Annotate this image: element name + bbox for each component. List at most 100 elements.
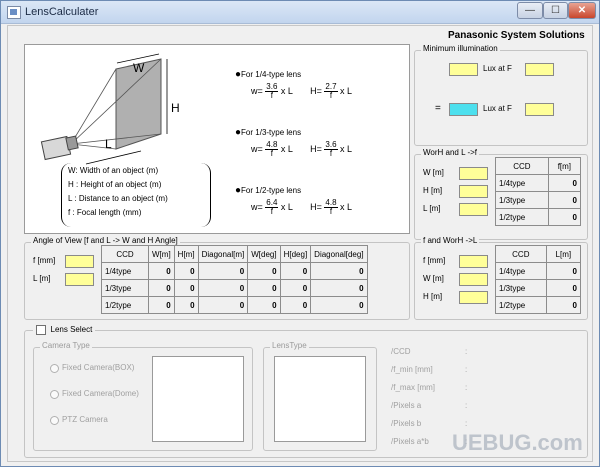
- w-eq: w=: [251, 85, 263, 96]
- formula-title: For 1/2-type lens: [241, 186, 302, 195]
- title-bar[interactable]: LensCalculater — ☐ ✕: [1, 1, 599, 24]
- min-illumination-group: Minimum illumination Lux at F = Lux at F: [414, 44, 588, 146]
- info-colon: :: [465, 401, 468, 410]
- xl: x L: [280, 143, 293, 154]
- ccd-cell: 1/3type: [495, 191, 549, 209]
- main-area: Panasonic System Solutions W H L W: Widt…: [7, 25, 593, 462]
- info-label: /Pixels b: [391, 419, 422, 428]
- value-cell: 0: [279, 262, 312, 280]
- minimize-button[interactable]: —: [517, 2, 543, 19]
- ccd-cell: 1/3type: [495, 279, 547, 297]
- h-eq: H=: [310, 143, 322, 154]
- legend: W: Width of an object (m) H : Height of …: [61, 163, 211, 227]
- col-header: Diagonal[deg]: [310, 245, 368, 263]
- worh-l-f-group: WorH and L ->f W [m] H [m] L [m] CCD f[m]…: [414, 148, 588, 240]
- w-label: W: [133, 61, 145, 75]
- value-cell: 0: [197, 279, 249, 297]
- angle-of-view-group: Angle of View [f and L -> W and H Angle]…: [24, 236, 410, 320]
- f-input[interactable]: [65, 255, 94, 268]
- w-input[interactable]: [459, 167, 488, 180]
- lens-type-group: LensType: [263, 341, 377, 451]
- value-cell: 0: [148, 262, 175, 280]
- h-input[interactable]: [459, 185, 488, 198]
- f-input-1[interactable]: [525, 63, 554, 76]
- group-title: Minimum illumination: [421, 44, 500, 53]
- table-row: 1/4type 0: [495, 174, 582, 192]
- ccd-cell: 1/2type: [101, 296, 149, 314]
- value-cell: 0: [197, 296, 249, 314]
- w-label: W [m]: [423, 274, 444, 283]
- col-header: Diagonal[m]: [197, 245, 249, 263]
- table-row: 1/4type 0: [495, 262, 582, 280]
- maximize-button[interactable]: ☐: [543, 2, 568, 19]
- table-row: 1/3type 0: [495, 279, 582, 297]
- app-icon: [7, 6, 21, 19]
- info-label: /f_max [mm]: [391, 383, 436, 392]
- l-input[interactable]: [459, 203, 488, 216]
- value-cell: 0: [247, 279, 281, 297]
- value-cell: 0: [310, 296, 368, 314]
- camera-list[interactable]: [152, 356, 244, 442]
- group-title: WorH and L ->f: [421, 148, 480, 157]
- info-label: /CCD: [391, 347, 411, 356]
- group-title: Angle of View [f and L -> W and H Angle]: [31, 236, 180, 245]
- xl: x L: [280, 201, 293, 212]
- value-cell: 0: [547, 174, 582, 192]
- radio-fixed-dome[interactable]: [50, 390, 59, 399]
- close-button[interactable]: ✕: [568, 2, 596, 19]
- radio-label: Fixed Camera(BOX): [62, 363, 135, 372]
- lux-input-1[interactable]: [449, 63, 478, 76]
- col-header: H[deg]: [279, 245, 312, 263]
- ccd-cell: 1/4type: [495, 174, 549, 192]
- radio-ptz[interactable]: [50, 416, 59, 425]
- w-eq: w=: [251, 201, 263, 212]
- value-cell: 0: [173, 296, 199, 314]
- table-row: 1/3type 0: [495, 191, 582, 209]
- radio-fixed-box[interactable]: [50, 364, 59, 373]
- info-colon: :: [465, 347, 468, 356]
- value-cell: 0: [247, 262, 281, 280]
- xl: x L: [340, 201, 353, 212]
- angle-result-table: CCD W[m] H[m] Diagonal[m] W[deg] H[deg] …: [101, 245, 368, 314]
- watermark: UEBUG.com: [452, 430, 583, 455]
- f-den: f: [270, 207, 273, 216]
- app-window: LensCalculater — ☐ ✕ Panasonic System So…: [0, 0, 600, 467]
- w-input[interactable]: [459, 273, 488, 286]
- xl: x L: [340, 143, 353, 154]
- f-input-2[interactable]: [525, 103, 554, 116]
- h-label: H [m]: [423, 292, 443, 301]
- table-row: 1/4type 0 0 0 0 0 0: [101, 262, 368, 280]
- f-den: f: [329, 207, 333, 216]
- lux-label: Lux at F: [483, 64, 512, 73]
- l-label: L [m]: [423, 204, 441, 213]
- col-header: H[m]: [173, 245, 199, 263]
- lens-select-checkbox[interactable]: [36, 324, 46, 335]
- value-cell: 0: [545, 296, 582, 314]
- value-cell: 0: [173, 279, 199, 297]
- info-colon: :: [465, 419, 468, 428]
- value-cell: 0: [310, 279, 368, 297]
- f-worh-l-group: f and WorH ->L f [mm] W [m] H [m] CCD L[m…: [414, 236, 588, 320]
- info-label: /Pixels a*b: [391, 437, 429, 446]
- value-cell: 0: [279, 296, 312, 314]
- lens-type-list[interactable]: [274, 356, 366, 442]
- l-input[interactable]: [65, 273, 94, 286]
- legend-line: f : Focal length (mm): [68, 208, 142, 217]
- value-cell: 0: [545, 279, 582, 297]
- f-den: f: [270, 91, 273, 100]
- legend-line: L : Distance to an object (m): [68, 194, 168, 203]
- lens-diagram-panel: W H L W: Width of an object (m) H : Heig…: [24, 44, 410, 234]
- h-label: H: [171, 101, 180, 115]
- w-label: W [m]: [423, 168, 444, 177]
- legend-line: W: Width of an object (m): [68, 166, 159, 175]
- lens-select-label: Lens Select: [50, 325, 93, 334]
- table-row: 1/2type 0: [495, 208, 582, 226]
- value-cell: 0: [279, 279, 312, 297]
- value-cell: 0: [148, 296, 175, 314]
- info-colon: :: [465, 365, 468, 374]
- f-input[interactable]: [459, 255, 488, 268]
- ccd-cell: 1/4type: [101, 262, 149, 280]
- ccd-cell: 1/3type: [101, 279, 149, 297]
- brand-label: Panasonic System Solutions: [448, 30, 585, 41]
- h-input[interactable]: [459, 291, 488, 304]
